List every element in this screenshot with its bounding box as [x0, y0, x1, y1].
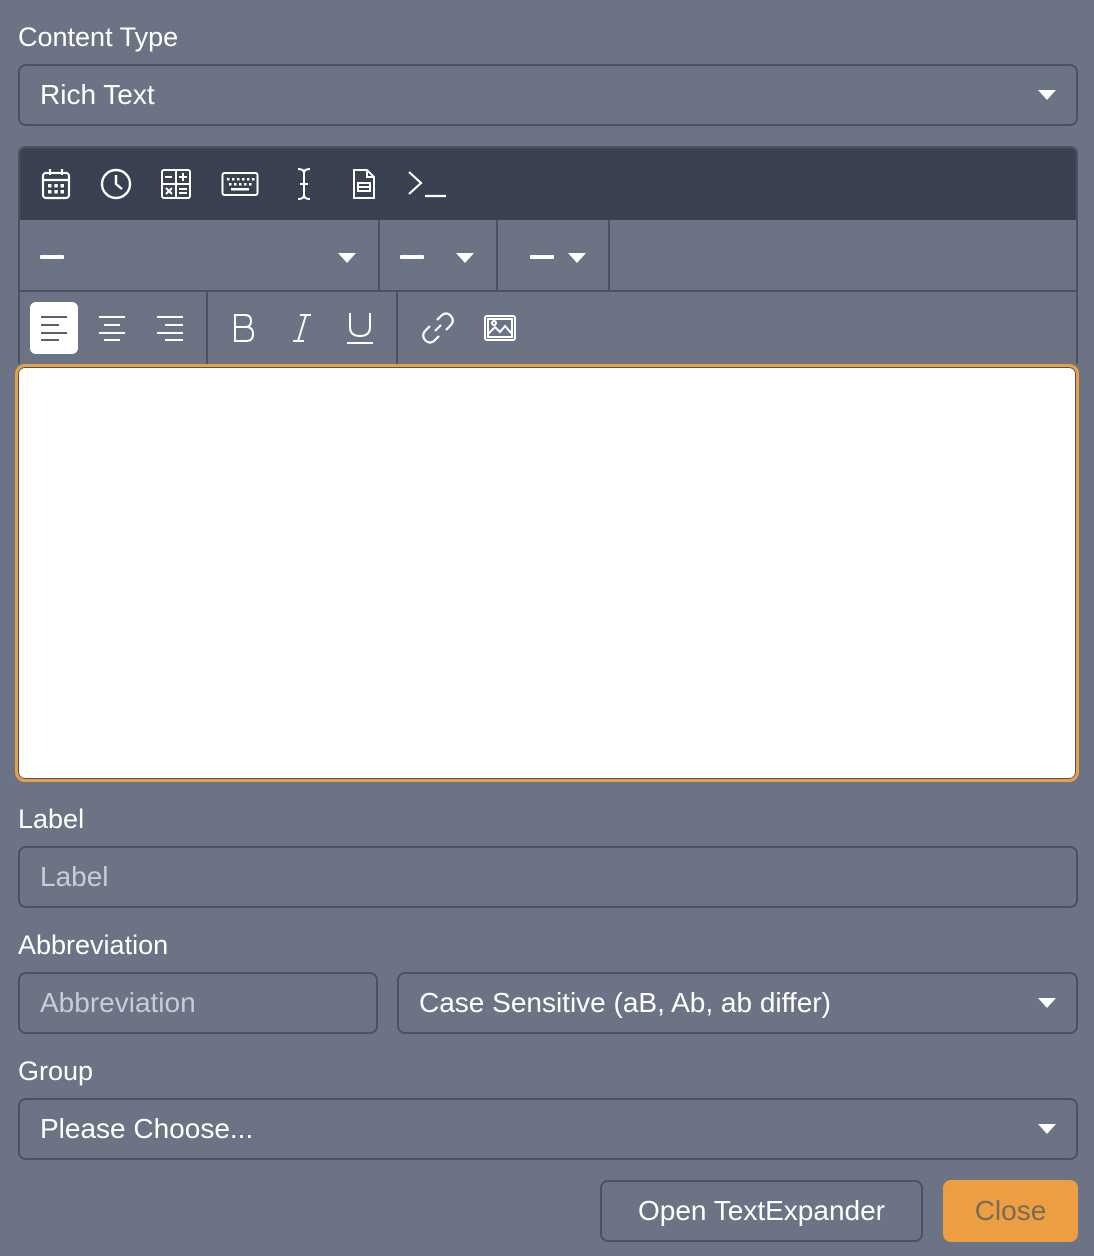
case-sensitivity-value: Case Sensitive (aB, Ab, ab differ): [419, 987, 831, 1018]
group-value: Please Choose...: [40, 1113, 254, 1144]
text-cursor-icon[interactable]: [284, 164, 324, 204]
chevron-down-icon: [456, 253, 474, 263]
chevron-down-icon: [1038, 1124, 1056, 1134]
image-icon[interactable]: [476, 302, 524, 354]
group-label: Group: [18, 1056, 94, 1086]
dash-icon: [40, 255, 64, 259]
keyboard-icon[interactable]: [216, 164, 264, 204]
label-field-label: Label: [18, 804, 85, 834]
editor-content-area[interactable]: [15, 364, 1079, 782]
align-left-button[interactable]: [30, 302, 78, 354]
insert-group: [398, 292, 536, 364]
label-input[interactable]: Label: [18, 846, 1078, 908]
chevron-down-icon: [568, 253, 586, 263]
font-size-dropdown[interactable]: [380, 220, 498, 290]
chevron-down-icon: [1038, 90, 1056, 100]
dash-icon: [400, 255, 424, 259]
font-family-dropdown[interactable]: [20, 220, 380, 290]
case-sensitivity-select[interactable]: Case Sensitive (aB, Ab, ab differ): [397, 972, 1078, 1034]
dash-icon: [530, 255, 554, 259]
text-style-group: [208, 292, 398, 364]
content-type-label: Content Type: [18, 22, 179, 52]
calendar-icon[interactable]: [36, 164, 76, 204]
clock-icon[interactable]: [96, 164, 136, 204]
align-right-button[interactable]: [146, 302, 194, 354]
format-toolbar: [18, 292, 1078, 364]
insert-toolbar: [18, 146, 1078, 220]
chevron-down-icon: [1038, 998, 1056, 1008]
text-color-dropdown[interactable]: [498, 220, 610, 290]
alignment-group: [20, 292, 208, 364]
chevron-down-icon: [338, 253, 356, 263]
label-input-placeholder: Label: [40, 861, 109, 892]
abbreviation-label: Abbreviation: [18, 930, 169, 960]
document-icon[interactable]: [344, 164, 384, 204]
underline-button[interactable]: [336, 302, 384, 354]
content-type-value: Rich Text: [40, 79, 155, 110]
content-type-select[interactable]: Rich Text: [18, 64, 1078, 126]
align-center-button[interactable]: [88, 302, 136, 354]
group-select[interactable]: Please Choose...: [18, 1098, 1078, 1160]
abbreviation-input[interactable]: Abbreviation: [18, 972, 378, 1034]
open-textexpander-button[interactable]: Open TextExpander: [600, 1180, 923, 1242]
calculator-icon[interactable]: [156, 164, 196, 204]
close-button[interactable]: Close: [943, 1180, 1078, 1242]
link-icon[interactable]: [414, 302, 462, 354]
abbreviation-input-placeholder: Abbreviation: [40, 987, 196, 1018]
terminal-icon[interactable]: [404, 164, 450, 204]
rich-text-editor: [15, 146, 1079, 784]
italic-button[interactable]: [278, 302, 326, 354]
bold-button[interactable]: [220, 302, 268, 354]
font-toolbar: [18, 220, 1078, 292]
